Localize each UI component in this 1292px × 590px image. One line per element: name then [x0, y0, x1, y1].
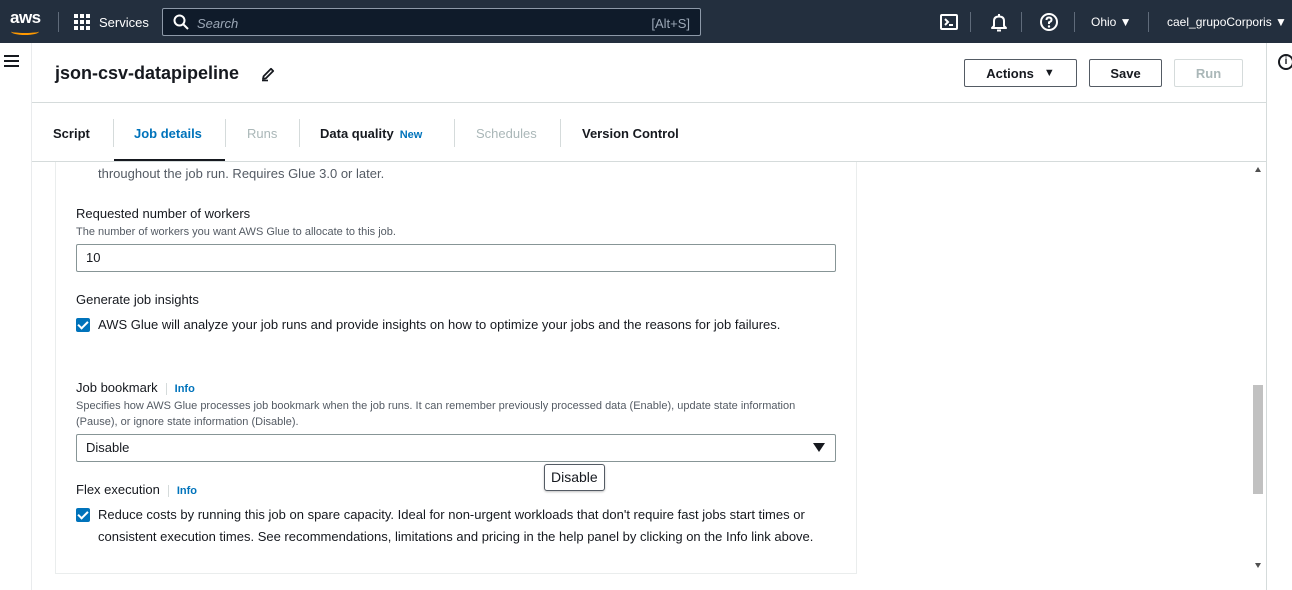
- bookmark-select[interactable]: Disable: [76, 434, 836, 462]
- top-navigation: aws Services Search [Alt+S] Ohio ▼ cael_…: [0, 0, 1292, 43]
- previous-description-tail: throughout the job run. Requires Glue 3.…: [98, 166, 385, 181]
- scrollbar-thumb[interactable]: [1253, 385, 1263, 494]
- aws-logo[interactable]: aws: [10, 8, 42, 35]
- account-menu[interactable]: cael_grupoCorporis ▼: [1167, 15, 1287, 29]
- flex-label-text: Flex execution: [76, 482, 160, 497]
- bookmark-label: Job bookmark Info: [76, 380, 195, 395]
- search-shortcut: [Alt+S]: [651, 16, 690, 31]
- workers-label: Requested number of workers: [76, 206, 251, 221]
- nav-divider: [1148, 12, 1149, 32]
- insights-label: Generate job insights: [76, 292, 199, 307]
- bookmark-tooltip: Disable: [544, 464, 605, 491]
- side-rail-border: [31, 43, 32, 590]
- tab-version-control[interactable]: Version Control: [582, 126, 679, 141]
- help-icon[interactable]: [1039, 12, 1059, 32]
- header-divider: [32, 102, 1266, 103]
- tab-data-quality-label: Data quality: [320, 126, 394, 141]
- save-button[interactable]: Save: [1089, 59, 1162, 87]
- page-title: json-csv-datapipeline: [55, 63, 240, 83]
- caret-down-icon: [813, 443, 825, 452]
- actions-label: Actions: [986, 65, 1034, 81]
- flex-checkbox-text: Reduce costs by running this job on spar…: [98, 507, 814, 544]
- tab-divider: [225, 119, 226, 147]
- scroll-up-arrow-icon[interactable]: [1255, 167, 1261, 172]
- services-label: Services: [99, 14, 149, 30]
- region-selector[interactable]: Ohio ▼: [1091, 15, 1132, 29]
- aws-smile-icon: [11, 28, 39, 35]
- scroll-down-arrow-icon[interactable]: [1255, 563, 1261, 568]
- flex-info-link[interactable]: Info: [167, 485, 197, 497]
- tab-divider: [560, 119, 561, 147]
- insights-checkbox-text: AWS Glue will analyze your job runs and …: [98, 317, 781, 332]
- help-panel-info-icon[interactable]: i: [1278, 54, 1292, 70]
- run-button[interactable]: Run: [1174, 59, 1243, 87]
- tab-divider: [454, 119, 455, 147]
- search-icon: [173, 14, 189, 30]
- tab-job-details[interactable]: Job details: [134, 126, 202, 141]
- workers-input[interactable]: 10: [76, 244, 836, 272]
- bell-icon[interactable]: [989, 12, 1009, 32]
- help-panel-border: [1266, 43, 1267, 590]
- cloudshell-icon[interactable]: [939, 12, 959, 32]
- caret-down-icon: ▼: [1043, 67, 1055, 79]
- tab-data-quality[interactable]: Data quality New: [320, 126, 422, 141]
- edit-pencil-icon[interactable]: [260, 66, 276, 82]
- nav-divider: [970, 12, 971, 32]
- tab-runs[interactable]: Runs: [247, 126, 277, 141]
- insights-checkbox[interactable]: [76, 318, 90, 332]
- hamburger-menu-icon[interactable]: [4, 55, 19, 67]
- tab-script[interactable]: Script: [53, 126, 90, 141]
- tab-divider: [113, 119, 114, 147]
- nav-divider: [1074, 12, 1075, 32]
- tab-schedules[interactable]: Schedules: [476, 126, 537, 141]
- bookmark-info-link[interactable]: Info: [165, 383, 195, 395]
- tab-divider: [299, 119, 300, 147]
- bookmark-description: Specifies how AWS Glue processes job boo…: [76, 400, 796, 428]
- services-grid-icon: [74, 14, 90, 30]
- bookmark-selected-value: Disable: [86, 440, 130, 455]
- search-placeholder: Search: [197, 16, 239, 31]
- aws-logo-text: aws: [10, 8, 41, 27]
- flex-checkbox[interactable]: [76, 508, 90, 522]
- workers-description: The number of workers you want AWS Glue …: [76, 226, 396, 238]
- search-input[interactable]: Search [Alt+S]: [162, 8, 701, 36]
- bookmark-label-text: Job bookmark: [76, 380, 158, 395]
- services-menu-button[interactable]: Services: [74, 12, 149, 32]
- flex-label: Flex execution Info: [76, 482, 197, 497]
- actions-dropdown-button[interactable]: Actions ▼: [964, 59, 1077, 87]
- new-badge: New: [399, 129, 423, 141]
- nav-divider: [58, 12, 59, 32]
- nav-divider: [1021, 12, 1022, 32]
